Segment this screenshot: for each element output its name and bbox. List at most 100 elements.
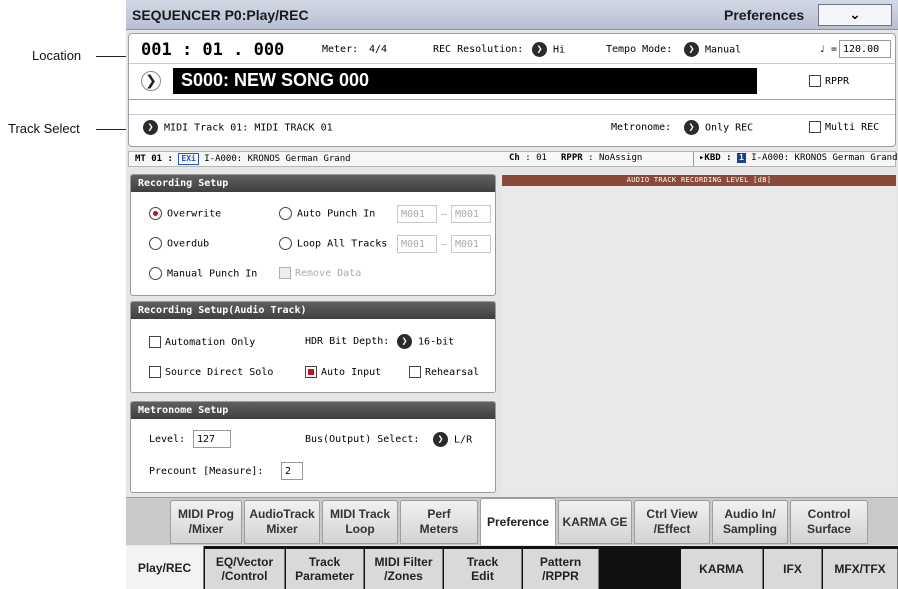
tab-midi-prog-mixer[interactable]: MIDI Prog/Mixer <box>170 500 242 544</box>
radio-icon <box>149 237 162 250</box>
rppr-checkbox[interactable]: RPPR <box>809 75 849 87</box>
location-value[interactable]: 001 : 01 . 000 <box>141 40 284 60</box>
page-menu-button[interactable]: ⌄ <box>818 4 892 26</box>
song-name-box[interactable]: S000: NEW SONG 000 <box>173 68 757 94</box>
overwrite-label: Overwrite <box>167 208 222 220</box>
rehearsal-checkbox[interactable]: Rehearsal <box>409 366 479 378</box>
tempo-mode-label: Tempo Mode: <box>606 44 673 55</box>
rec-resolution-value: Hi <box>553 44 566 56</box>
tab-control-surface[interactable]: Control Surface <box>790 500 868 544</box>
remove-data-checkbox[interactable]: Remove Data <box>279 267 361 279</box>
page-title: SEQUENCER P0:Play/REC <box>132 7 309 23</box>
rec-resolution-select[interactable]: ❯ Hi <box>532 42 565 57</box>
tab-track-parameter[interactable]: Track Parameter <box>286 549 364 589</box>
rppr-info: RPPR : NoAssign <box>561 153 642 163</box>
loop-start-field[interactable]: M001 <box>397 235 437 253</box>
recording-setup-title: Recording Setup <box>131 175 495 192</box>
mode-tab-bar: Play/REC EQ/Vector/Control Track Paramete… <box>126 546 898 589</box>
tab-play-rec[interactable]: Play/REC <box>126 546 204 589</box>
manual-punch-in-radio[interactable]: Manual Punch In <box>149 267 257 280</box>
ch-label: Ch <box>509 153 520 163</box>
auto-punch-start-field[interactable]: M001 <box>397 205 437 223</box>
song-panel: 001 : 01 . 000 Meter: 4/4 REC Resolution… <box>128 33 896 147</box>
recording-setup-group: Recording Setup Overwrite Overdub Manual… <box>130 174 496 296</box>
auto-input-box <box>305 366 317 378</box>
sequencer-screen: SEQUENCER P0:Play/REC Preferences ⌄ 001 … <box>126 0 898 589</box>
metronome-setup-group: Metronome Setup Level: 127 Bus(Output) S… <box>130 401 496 493</box>
auto-punch-in-label: Auto Punch In <box>297 208 376 220</box>
arrow-right-icon: ❯ <box>143 120 158 135</box>
hdr-bit-depth-select[interactable]: ❯ 16-bit <box>397 334 454 349</box>
track-select-value: MIDI Track 01: MIDI TRACK 01 <box>164 122 333 134</box>
automation-only-checkbox[interactable]: Automation Only <box>149 336 255 348</box>
tab-midi-track-loop[interactable]: MIDI Track Loop <box>322 500 398 544</box>
tab-mfx-tfx[interactable]: MFX/TFX <box>823 549 898 589</box>
overdub-label: Overdub <box>167 238 210 250</box>
tab-karma-ge[interactable]: KARMA GE <box>558 500 632 544</box>
bus-select-value: L/R <box>454 434 473 446</box>
tab-pattern-rppr[interactable]: Pattern/RPPR <box>523 549 599 589</box>
tab-audio-in-sampling[interactable]: Audio In/ Sampling <box>712 500 788 544</box>
tab-ifx[interactable]: IFX <box>764 549 822 589</box>
rec-resolution-label: REC Resolution: <box>433 44 524 55</box>
overwrite-radio[interactable]: Overwrite <box>149 207 221 220</box>
tempo-field[interactable]: 120.00 <box>839 40 891 58</box>
tab-karma[interactable]: KARMA <box>681 549 763 589</box>
row-divider <box>129 114 895 115</box>
meter-label: Meter: <box>322 44 359 55</box>
auto-punch-in-radio[interactable]: Auto Punch In <box>279 207 375 220</box>
remove-data-checkbox-box <box>279 267 291 279</box>
track-select-callout: Track Select <box>8 121 80 136</box>
song-name: S000: NEW SONG 000 <box>181 70 370 90</box>
remove-data-label: Remove Data <box>295 268 362 279</box>
bus-select-label: Bus(Output) Select: <box>305 434 420 445</box>
loop-all-tracks-radio[interactable]: Loop All Tracks <box>279 237 387 250</box>
tempo-mode-value: Manual <box>705 44 742 56</box>
bus-select[interactable]: ❯ L/R <box>433 432 472 447</box>
tab-track-edit[interactable]: Track Edit <box>444 549 522 589</box>
range-separator: – <box>441 209 448 220</box>
arrow-right-icon: ❯ <box>433 432 448 447</box>
audio-recording-setup-title: Recording Setup(Audio Track) <box>131 302 495 319</box>
tab-perf-meters[interactable]: Perf Meters <box>400 500 478 544</box>
tab-ctrl-view-effect[interactable]: Ctrl View/Effect <box>634 500 710 544</box>
tab-eq-vector-control[interactable]: EQ/Vector/Control <box>205 549 285 589</box>
level-field[interactable]: 127 <box>193 430 231 448</box>
chevron-down-icon: ⌄ <box>849 7 861 23</box>
radio-icon <box>279 237 292 250</box>
level-label: Level: <box>149 434 186 445</box>
radio-selected-icon <box>149 207 162 220</box>
metronome-select[interactable]: ❯ Only REC <box>684 120 753 135</box>
auto-input-label: Auto Input <box>321 367 382 378</box>
track-select[interactable]: ❯ MIDI Track 01: MIDI TRACK 01 <box>143 120 333 135</box>
song-select-button[interactable]: ❯ <box>141 70 161 91</box>
multi-rec-label: Multi REC <box>825 122 880 133</box>
kbd-info: ▸KBD : 1 I-A000: KRONOS German Grand <box>699 153 898 163</box>
arrow-right-icon: ❯ <box>397 334 412 349</box>
tab-audiotrack-mixer[interactable]: AudioTrack Mixer <box>244 500 320 544</box>
meter-value[interactable]: 4/4 <box>369 44 387 55</box>
tempo-mode-select[interactable]: ❯ Manual <box>684 42 741 57</box>
metronome-value: Only REC <box>705 122 754 134</box>
multi-rec-checkbox-box <box>809 121 821 133</box>
automation-only-box <box>149 336 161 348</box>
rehearsal-box <box>409 366 421 378</box>
row-divider <box>129 99 895 100</box>
source-direct-solo-box <box>149 366 161 378</box>
auto-input-checkbox[interactable]: Auto Input <box>305 366 381 378</box>
overdub-radio[interactable]: Overdub <box>149 237 209 250</box>
range-separator: – <box>441 239 448 250</box>
arrow-right-icon: ❯ <box>532 42 547 57</box>
loop-all-tracks-label: Loop All Tracks <box>297 238 388 250</box>
ch-value: : 01 <box>525 153 547 163</box>
auto-punch-end-field[interactable]: M001 <box>451 205 491 223</box>
precount-field[interactable]: 2 <box>281 462 303 480</box>
tab-preference[interactable]: Preference <box>480 498 556 545</box>
source-direct-solo-checkbox[interactable]: Source Direct Solo <box>149 366 273 378</box>
multi-rec-checkbox[interactable]: Multi REC <box>809 121 879 133</box>
source-direct-solo-label: Source Direct Solo <box>165 367 274 378</box>
tab-midi-filter-zones[interactable]: MIDI Filter/Zones <box>365 549 443 589</box>
precount-label: Precount [Measure]: <box>149 466 264 477</box>
loop-end-field[interactable]: M001 <box>451 235 491 253</box>
page-tab-bar: MIDI Prog/Mixer AudioTrack Mixer MIDI Tra… <box>126 497 898 545</box>
